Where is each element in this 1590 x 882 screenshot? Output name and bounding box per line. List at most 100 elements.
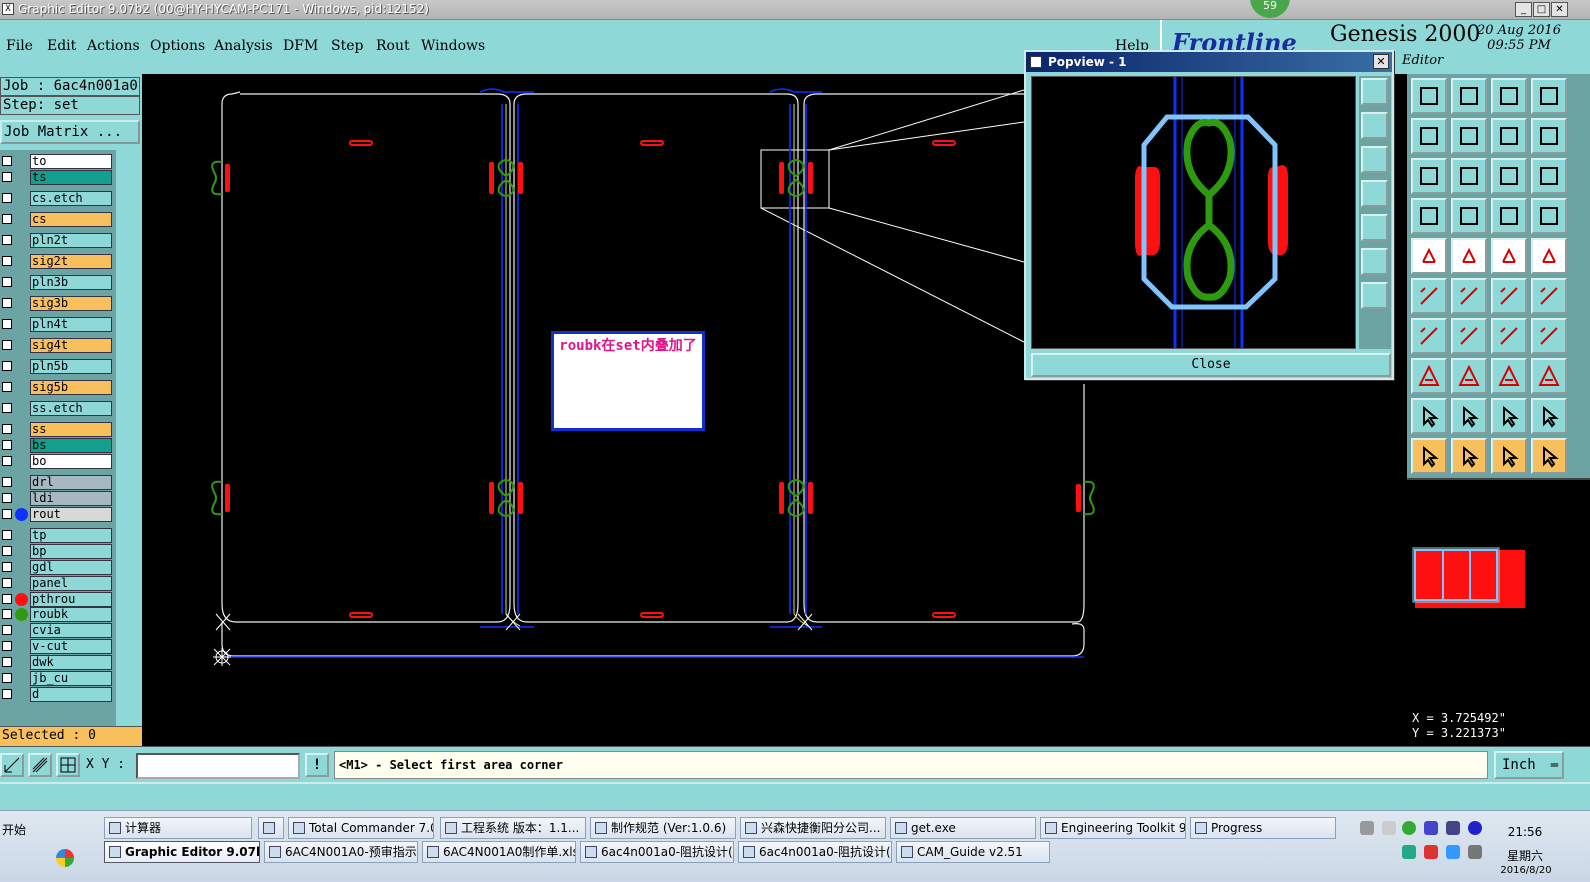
layer-row-panel[interactable]: panel (0, 576, 114, 591)
layer-name[interactable]: sig3b (30, 296, 112, 311)
tray-x-icon[interactable] (1424, 821, 1438, 835)
layer-row-sig3b[interactable]: sig3b (0, 296, 114, 311)
layer-row-dwk[interactable]: dwk (0, 655, 114, 670)
layer-row-cvia[interactable]: cvia (0, 623, 114, 638)
layer-row-roubk[interactable]: roubk (0, 607, 114, 622)
triangle-2-button[interactable] (1451, 398, 1487, 434)
layer-name[interactable]: tp (30, 528, 112, 543)
slash-button[interactable] (1451, 318, 1487, 354)
volume-icon[interactable] (1468, 845, 1482, 859)
line-button[interactable] (1451, 358, 1487, 394)
layer-name[interactable]: pln4t (30, 317, 112, 332)
layout-button[interactable] (1531, 78, 1567, 114)
minimize-button[interactable]: _ (1515, 2, 1532, 17)
layer-row-tp[interactable]: tp (0, 528, 114, 543)
layer-row-pthrou[interactable]: pthrou (0, 592, 114, 607)
layer-row-cs[interactable]: cs (0, 212, 114, 227)
layer-checkbox[interactable] (2, 609, 12, 619)
taskbar-weekday[interactable]: 星期六 (1500, 847, 1550, 864)
select-net-button[interactable] (1531, 438, 1567, 474)
layer-checkbox[interactable] (2, 235, 12, 245)
taskbar-item[interactable]: Total Commander 7.0 ... (288, 817, 434, 839)
annotation-note[interactable]: roubk在set内叠加了 (551, 331, 705, 431)
taskbar-item[interactable]: 工程系统 版本：1.1... (440, 817, 586, 839)
layer-checkbox[interactable] (2, 625, 12, 635)
maximize-button[interactable]: □ (1533, 2, 1550, 17)
add-pad-button[interactable] (1411, 238, 1447, 274)
connect-button[interactable] (1411, 278, 1447, 314)
layer-name[interactable]: gdl (30, 560, 112, 575)
taskbar-item[interactable]: get.exe (890, 817, 1036, 839)
layer-name[interactable]: v-cut (30, 639, 112, 654)
tray-shield-icon[interactable] (1402, 845, 1416, 859)
layer-checkbox[interactable] (2, 530, 12, 540)
edit-line-button[interactable] (1411, 318, 1447, 354)
step-back-button[interactable] (1491, 118, 1527, 154)
layer-compare-button[interactable] (1491, 198, 1527, 234)
layer-name[interactable]: cvia (30, 623, 112, 638)
popview-window[interactable]: Popview - 1 ✕ Close (1024, 50, 1394, 380)
taskbar-item[interactable] (258, 817, 284, 839)
layer-name[interactable]: pthrou (30, 592, 112, 607)
move-right-button[interactable] (1451, 118, 1487, 154)
taskbar-clock[interactable]: 21:56 (1500, 825, 1550, 839)
zoom-1to2-button[interactable] (1491, 158, 1527, 194)
resize-button[interactable] (1411, 358, 1447, 394)
layer-checkbox[interactable] (2, 440, 12, 450)
measure-icon[interactable] (28, 753, 52, 777)
layer-name[interactable]: sig5b (30, 380, 112, 395)
layer-name[interactable]: ss.etch (30, 401, 112, 416)
layer-row-ss[interactable]: ss (0, 422, 114, 437)
layer-checkbox[interactable] (2, 277, 12, 287)
step-up-button[interactable] (1411, 78, 1447, 114)
triangle-4-button[interactable] (1531, 398, 1567, 434)
triangle-1-button[interactable] (1411, 398, 1447, 434)
step-down-button[interactable] (1451, 78, 1487, 114)
measure-button[interactable] (1491, 358, 1527, 394)
zoom-fit-button[interactable] (1411, 158, 1447, 194)
layer-name[interactable]: to (30, 154, 112, 169)
close-window-button[interactable]: ✕ (1551, 2, 1568, 17)
triangle-3-button[interactable] (1491, 398, 1527, 434)
menu-options[interactable]: Options (150, 38, 205, 54)
units-selector[interactable]: Inch ═ (1494, 751, 1564, 779)
layer-name[interactable]: dwk (30, 655, 112, 670)
select-poly-button[interactable] (1491, 438, 1527, 474)
layer-checkbox[interactable] (2, 156, 12, 166)
layer-row-ss.etch[interactable]: ss.etch (0, 401, 114, 416)
grid-icon[interactable] (56, 753, 80, 777)
layer-name[interactable]: pln2t (30, 233, 112, 248)
layer-checkbox[interactable] (2, 673, 12, 683)
layer-row-d[interactable]: d (0, 687, 114, 702)
popview-zoom-out-button[interactable] (1361, 146, 1388, 173)
layer-name[interactable]: cs.etch (30, 191, 112, 206)
notification-badge[interactable]: 59 (1250, 0, 1290, 18)
layer-checkbox[interactable] (2, 562, 12, 572)
layer-checkbox[interactable] (2, 340, 12, 350)
xy-input[interactable] (136, 753, 300, 779)
layer-row-bs[interactable]: bs (0, 438, 114, 453)
start-button[interactable]: 开始 (0, 817, 80, 877)
menu-dfm[interactable]: DFM (283, 38, 318, 54)
layer-checkbox[interactable] (2, 424, 12, 434)
taskbar-item[interactable]: 6AC4N001A0制作单.xls ... (422, 841, 576, 863)
add-line-button[interactable] (1451, 238, 1487, 274)
measure-tool-button[interactable] (1411, 198, 1447, 234)
layer-row-gdl[interactable]: gdl (0, 560, 114, 575)
layer-row-pln4t[interactable]: pln4t (0, 317, 114, 332)
popview-titlebar[interactable]: Popview - 1 ✕ (1026, 52, 1392, 72)
layer-name[interactable]: ldi (30, 491, 112, 506)
add-circle-button[interactable] (1531, 238, 1567, 274)
layer-row-sig4t[interactable]: sig4t (0, 338, 114, 353)
menu-analysis[interactable]: Analysis (214, 38, 273, 54)
home-button[interactable] (1491, 78, 1527, 114)
job-matrix-button[interactable]: Job Matrix ... (0, 120, 140, 144)
tray-hand-icon[interactable] (1446, 821, 1460, 835)
layer-row-ldi[interactable]: ldi (0, 491, 114, 506)
taskbar-item-active[interactable]: Graphic Editor 9.07b2 ... (104, 841, 260, 863)
layer-checkbox[interactable] (2, 578, 12, 588)
add-point-button[interactable] (1491, 278, 1527, 314)
taskbar-date[interactable]: 2016/8/20 (1498, 865, 1554, 877)
layer-row-rout[interactable]: rout (0, 507, 114, 522)
popview-canvas[interactable] (1031, 76, 1356, 349)
